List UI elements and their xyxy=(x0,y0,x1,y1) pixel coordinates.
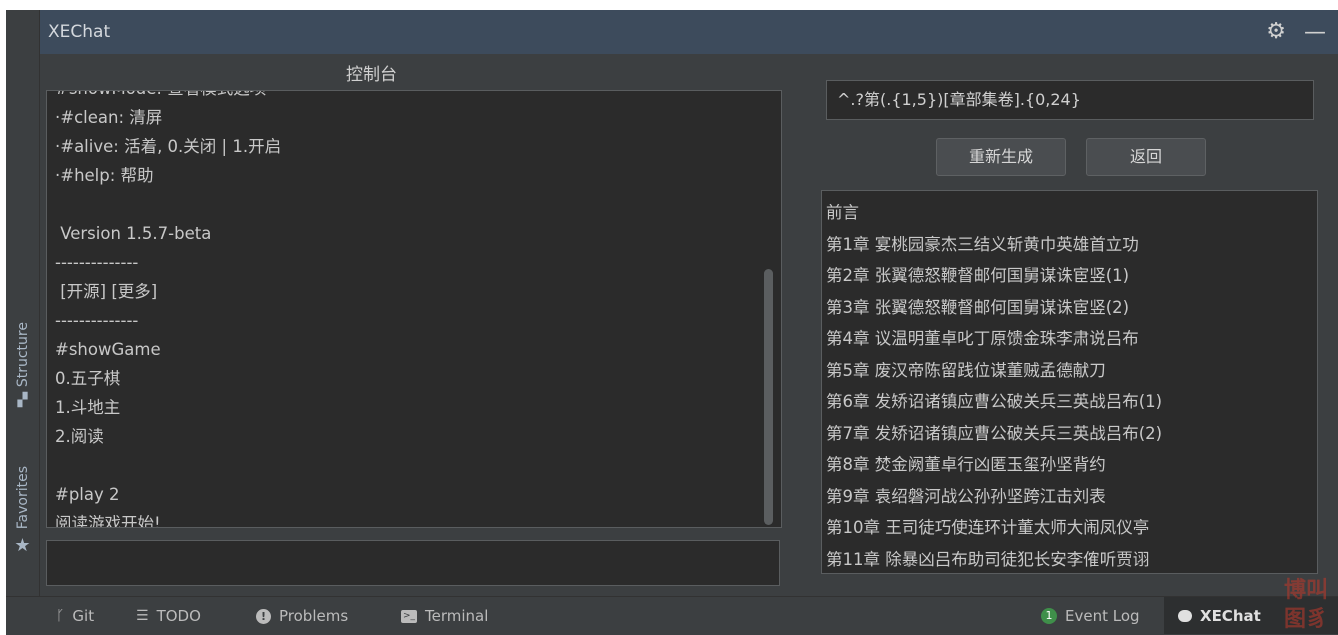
ide-window: Structure ▞ Favorites ★ XEChat ⚙ — 控制台 #… xyxy=(6,10,1338,635)
watermark-char: 叫 xyxy=(1306,577,1329,603)
console-input[interactable] xyxy=(46,540,780,586)
tool-window-title: XEChat xyxy=(48,22,111,42)
console-line: 2.阅读 xyxy=(55,427,104,446)
chapter-item[interactable]: 第3章 张翼德怒鞭督邮何国舅谋诛宦竖(2) xyxy=(826,292,1313,324)
watermark-logo: 博叫图豸 xyxy=(1274,576,1338,634)
terminal-tab-label: Terminal xyxy=(425,607,489,625)
star-icon: ★ xyxy=(14,535,31,557)
status-bar: ᚴ Git ☰ TODO ! Problems >_ Terminal 1 Ev… xyxy=(6,596,1338,635)
terminal-tab[interactable]: >_ Terminal xyxy=(401,607,488,625)
back-button[interactable]: 返回 xyxy=(1086,138,1206,176)
todo-tab[interactable]: ☰ TODO xyxy=(136,607,201,625)
console-line: #play 2 xyxy=(55,485,120,504)
watermark-char: 博 xyxy=(1283,577,1306,603)
chat-bubble-icon xyxy=(1178,609,1192,622)
console-scrollbar[interactable] xyxy=(764,269,773,525)
event-log-tab[interactable]: 1 Event Log xyxy=(1041,607,1140,625)
favorites-tab[interactable]: Favorites ★ xyxy=(6,466,39,596)
watermark-char: 图 xyxy=(1283,606,1306,632)
structure-tab-label: Structure xyxy=(14,322,31,388)
problems-tab[interactable]: ! Problems xyxy=(256,607,348,625)
console-line: ·#help: 帮助 xyxy=(55,166,154,185)
chapter-item[interactable]: 第6章 发矫诏诸镇应曹公破关兵三英战吕布(1) xyxy=(826,386,1313,418)
xechat-tool-window: XEChat ⚙ — 控制台 #showMode: 查看模式选项 ·#clean:… xyxy=(40,10,1338,596)
event-log-count-badge: 1 xyxy=(1041,608,1057,624)
todo-tab-label: TODO xyxy=(156,607,201,625)
chapter-item[interactable]: 第2章 张翼德怒鞭督邮何国舅谋诛宦竖(1) xyxy=(826,260,1313,292)
chapters: 前言 第1章 宴桃园豪杰三结义斩黄巾英雄首立功 第2章 张翼德怒鞭督邮何国舅谋诛宦竖… xyxy=(826,197,1313,574)
console-line: -------------- xyxy=(55,253,139,272)
favorites-tab-label: Favorites xyxy=(14,466,31,530)
regex-input[interactable]: ^.?第(.{1,5})[章部集卷].{0,24} xyxy=(826,80,1314,120)
chapter-item[interactable]: 第5章 废汉帝陈留践位谋董贼孟德献刀 xyxy=(826,355,1313,387)
chapter-item[interactable]: 第4章 议温明董卓叱丁原馈金珠李肃说吕布 xyxy=(826,323,1313,355)
regenerate-button[interactable]: 重新生成 xyxy=(936,138,1066,176)
chapter-item[interactable]: 前言 xyxy=(826,197,1313,229)
chapter-item[interactable]: 第7章 发矫诏诸镇应曹公破关兵三英战吕布(2) xyxy=(826,418,1313,450)
gear-icon[interactable]: ⚙ xyxy=(1266,19,1286,44)
left-tool-strip: Structure ▞ Favorites ★ xyxy=(6,10,40,596)
console-line: 阅读游戏开始! xyxy=(55,514,161,528)
git-branch-icon: ᚴ xyxy=(56,608,65,624)
console-line: ·#clean: 清屏 xyxy=(55,108,163,127)
git-tab-label: Git xyxy=(72,607,95,625)
xechat-tab-label: XEChat xyxy=(1200,606,1261,625)
console-label: 控制台 xyxy=(346,65,397,85)
chapter-item[interactable]: 第1章 宴桃园豪杰三结义斩黄巾英雄首立功 xyxy=(826,229,1313,261)
chapter-item[interactable]: 第11章 除暴凶吕布助司徒犯长安李傕听贾诩 xyxy=(826,544,1313,574)
list-icon: ☰ xyxy=(136,608,149,624)
console-line: [开源] [更多] xyxy=(55,282,158,301)
chapter-item[interactable]: 第9章 袁绍磐河战公孙孙坚跨江击刘表 xyxy=(826,481,1313,513)
console-lines: #showMode: 查看模式选项 ·#clean: 清屏 ·#alive: 活着,… xyxy=(55,91,759,528)
chapter-list[interactable]: 前言 第1章 宴桃园豪杰三结义斩黄巾英雄首立功 第2章 张翼德怒鞭督邮何国舅谋诛宦竖… xyxy=(821,190,1318,574)
console-line: #showMode: 查看模式选项 xyxy=(55,91,759,103)
console-line: 1.斗地主 xyxy=(55,398,121,417)
exclamation-icon: ! xyxy=(256,608,271,624)
console-line: -------------- xyxy=(55,311,139,330)
console-line: 0.五子棋 xyxy=(55,369,121,388)
watermark-char: 豸 xyxy=(1306,606,1329,632)
structure-icon: ▞ xyxy=(17,393,28,409)
minimize-icon[interactable]: — xyxy=(1304,20,1326,45)
chapter-item[interactable]: 第8章 焚金阙董卓行凶匿玉玺孙坚背约 xyxy=(826,449,1313,481)
git-tab[interactable]: ᚴ Git xyxy=(56,607,94,625)
terminal-icon: >_ xyxy=(401,609,417,623)
console-line: #showGame xyxy=(55,340,161,359)
chapter-item[interactable]: 第10章 王司徒巧使连环计董太师大闹凤仪亭 xyxy=(826,512,1313,544)
console-line: Version 1.5.7-beta xyxy=(55,224,212,243)
console-output[interactable]: #showMode: 查看模式选项 ·#clean: 清屏 ·#alive: 活着,… xyxy=(46,90,782,528)
problems-tab-label: Problems xyxy=(279,607,349,625)
console-line: ·#alive: 活着, 0.关闭 | 1.开启 xyxy=(55,137,282,156)
tool-window-titlebar: XEChat ⚙ — xyxy=(40,10,1338,54)
structure-tab[interactable]: Structure ▞ xyxy=(6,322,39,432)
event-log-tab-label: Event Log xyxy=(1065,607,1140,625)
